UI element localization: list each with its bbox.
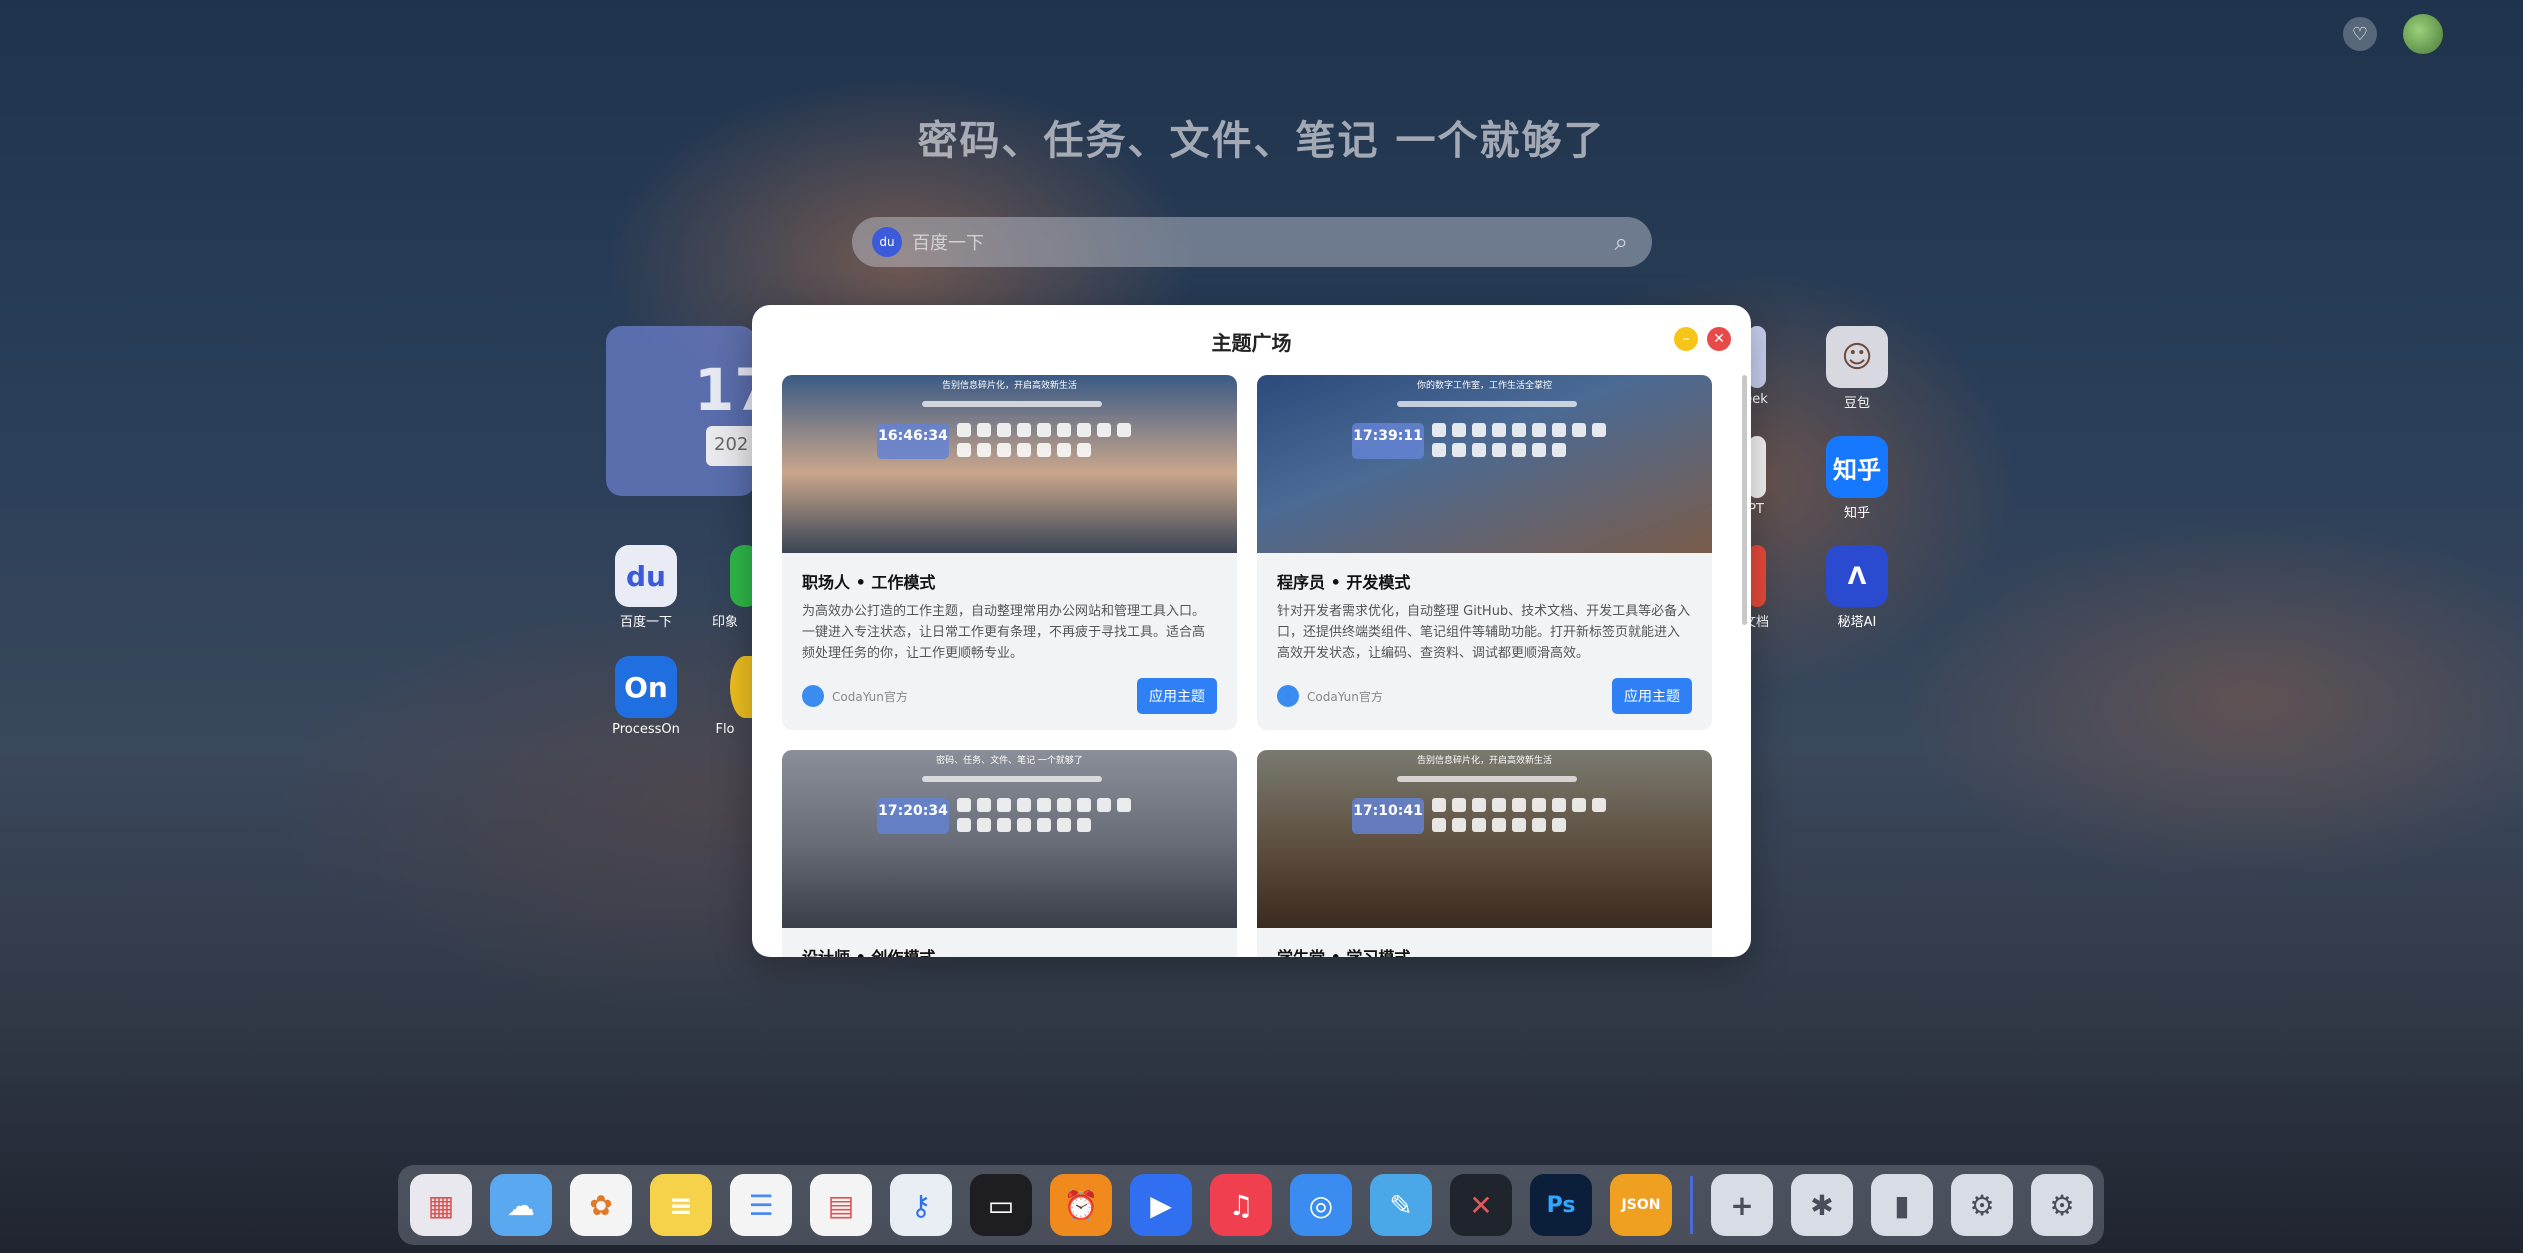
clock-icon[interactable]: ⏰	[1050, 1174, 1112, 1236]
plugin-icon[interactable]: ✱	[1791, 1174, 1853, 1236]
app-label: 秘塔AI	[1837, 615, 1877, 630]
minimize-button[interactable]: –	[1674, 327, 1698, 351]
compare-icon[interactable]: ✕	[1450, 1174, 1512, 1236]
reminders-icon[interactable]: ☰	[730, 1174, 792, 1236]
dock: ▦ ☁ ✿ ≡ ☰ ▤ ⚷ ▭ ⏰ ▶ ♫ ◎ ✎ ✕ Ps JSON + ✱ …	[398, 1165, 2104, 1245]
top-right-toolbar: ♡	[2343, 14, 2443, 54]
theme-description: 针对开发者需求优化，自动整理 GitHub、技术文档、开发工具等必备入口，还提供…	[1277, 604, 1691, 661]
author-avatar-icon	[802, 685, 824, 707]
pencil-icon[interactable]: ✎	[1370, 1174, 1432, 1236]
metaso-icon: ᐱ	[1826, 545, 1888, 607]
theme-card[interactable]: 告别信息碎片化，开启高效新生活 16:46:34 职场人 • 工作模式 为高效办…	[782, 375, 1237, 730]
app-zhihu[interactable]: 知乎 知乎	[1812, 436, 1902, 521]
theme-thumbnail: 告别信息碎片化，开启高效新生活 17:10:41	[1257, 750, 1712, 928]
launchpad-icon[interactable]: ▦	[410, 1174, 472, 1236]
keychain-icon[interactable]: ⚷	[890, 1174, 952, 1236]
theme-author: CodaYun官方	[1277, 685, 1383, 707]
page-title: 密码、任务、文件、笔记 一个就够了	[917, 118, 1606, 164]
safari-icon[interactable]: ◎	[1290, 1174, 1352, 1236]
theme-card[interactable]: 你的数字工作室，工作生活全掌控 17:39:11 程序员 • 开发模式 针对开发…	[1257, 375, 1712, 730]
clock-time: 17	[694, 356, 775, 424]
photos-icon[interactable]: ✿	[570, 1174, 632, 1236]
search-bar[interactable]: du 百度一下 ⌕	[852, 217, 1652, 267]
app-label: 豆包	[1843, 396, 1870, 411]
app-flomo[interactable]: Flo	[700, 656, 760, 737]
doubao-icon: ☺	[1826, 326, 1888, 388]
theme-thumbnail: 密码、任务、文件、笔记 一个就够了 17:20:34	[782, 750, 1237, 928]
add-icon[interactable]: +	[1711, 1174, 1773, 1236]
theme-card[interactable]: 告别信息碎片化，开启高效新生活 17:10:41 学生党 • 学习模式	[1257, 750, 1712, 957]
theme-thumbnail: 你的数字工作室，工作生活全掌控 17:39:11	[1257, 375, 1712, 553]
json-icon[interactable]: JSON	[1610, 1174, 1672, 1236]
theme-description: 为高效办公打造的工作主题，自动整理常用办公网站和管理工具入口。一键进入专注状态，…	[802, 604, 1206, 661]
theme-title: 学生党 • 学习模式	[1277, 944, 1692, 957]
app-metaso[interactable]: ᐱ 秘塔AI	[1812, 545, 1902, 630]
settings-icon[interactable]: ⚙	[1951, 1174, 2013, 1236]
theme-grid: 告别信息碎片化，开启高效新生活 16:46:34 职场人 • 工作模式 为高效办…	[782, 375, 1712, 957]
app-label: ProcessOn	[612, 722, 680, 737]
theme-title: 职场人 • 工作模式	[802, 573, 936, 592]
clock-widget[interactable]: 17 202	[606, 326, 775, 496]
app-label: Flo	[715, 722, 735, 737]
search-icon[interactable]: ⌕	[1615, 228, 1628, 256]
theme-thumbnail: 告别信息碎片化，开启高效新生活 16:46:34	[782, 375, 1237, 553]
brush-icon[interactable]: ▮	[1871, 1174, 1933, 1236]
heart-icon[interactable]: ♡	[2343, 17, 2377, 51]
dock-separator	[1690, 1176, 1693, 1234]
music-icon[interactable]: ♫	[1210, 1174, 1272, 1236]
apply-theme-button[interactable]: 应用主题	[1612, 678, 1692, 714]
calendar-icon[interactable]: ▤	[810, 1174, 872, 1236]
system-settings-icon[interactable]: ⚙	[2031, 1174, 2093, 1236]
theme-author: CodaYun官方	[802, 685, 908, 707]
close-button[interactable]: ✕	[1707, 327, 1731, 351]
author-avatar-icon	[1277, 685, 1299, 707]
play-icon[interactable]: ▶	[1130, 1174, 1192, 1236]
avatar[interactable]	[2403, 14, 2443, 54]
photoshop-icon[interactable]: Ps	[1530, 1174, 1592, 1236]
wallet-icon[interactable]: ▭	[970, 1174, 1032, 1236]
app-processon[interactable]: On ProcessOn	[601, 656, 691, 737]
icloud-icon[interactable]: ☁	[490, 1174, 552, 1236]
search-input[interactable]: 百度一下	[912, 229, 1615, 255]
theme-plaza-modal: 主题广场 – ✕ 告别信息碎片化，开启高效新生活 16:46:34 职场人 • …	[752, 305, 1751, 957]
theme-card[interactable]: 密码、任务、文件、笔记 一个就够了 17:20:34 设计师 • 创作模式	[782, 750, 1237, 957]
app-baidu[interactable]: du 百度一下	[601, 545, 691, 630]
apply-theme-button[interactable]: 应用主题	[1137, 678, 1217, 714]
app-evernote[interactable]: 印象	[700, 545, 760, 630]
zhihu-icon: 知乎	[1826, 436, 1888, 498]
notes-icon[interactable]: ≡	[650, 1174, 712, 1236]
scrollbar[interactable]	[1742, 375, 1747, 625]
app-label: 印象	[711, 615, 738, 630]
app-label: 知乎	[1843, 506, 1870, 521]
modal-title: 主题广场	[1211, 331, 1292, 355]
processon-icon: On	[615, 656, 677, 718]
theme-title: 设计师 • 创作模式	[802, 944, 1217, 957]
baidu-icon: du	[615, 545, 677, 607]
theme-title: 程序员 • 开发模式	[1277, 573, 1411, 592]
app-label: 百度一下	[619, 615, 672, 630]
app-doubao[interactable]: ☺ 豆包	[1812, 326, 1902, 411]
baidu-icon[interactable]: du	[872, 227, 902, 257]
